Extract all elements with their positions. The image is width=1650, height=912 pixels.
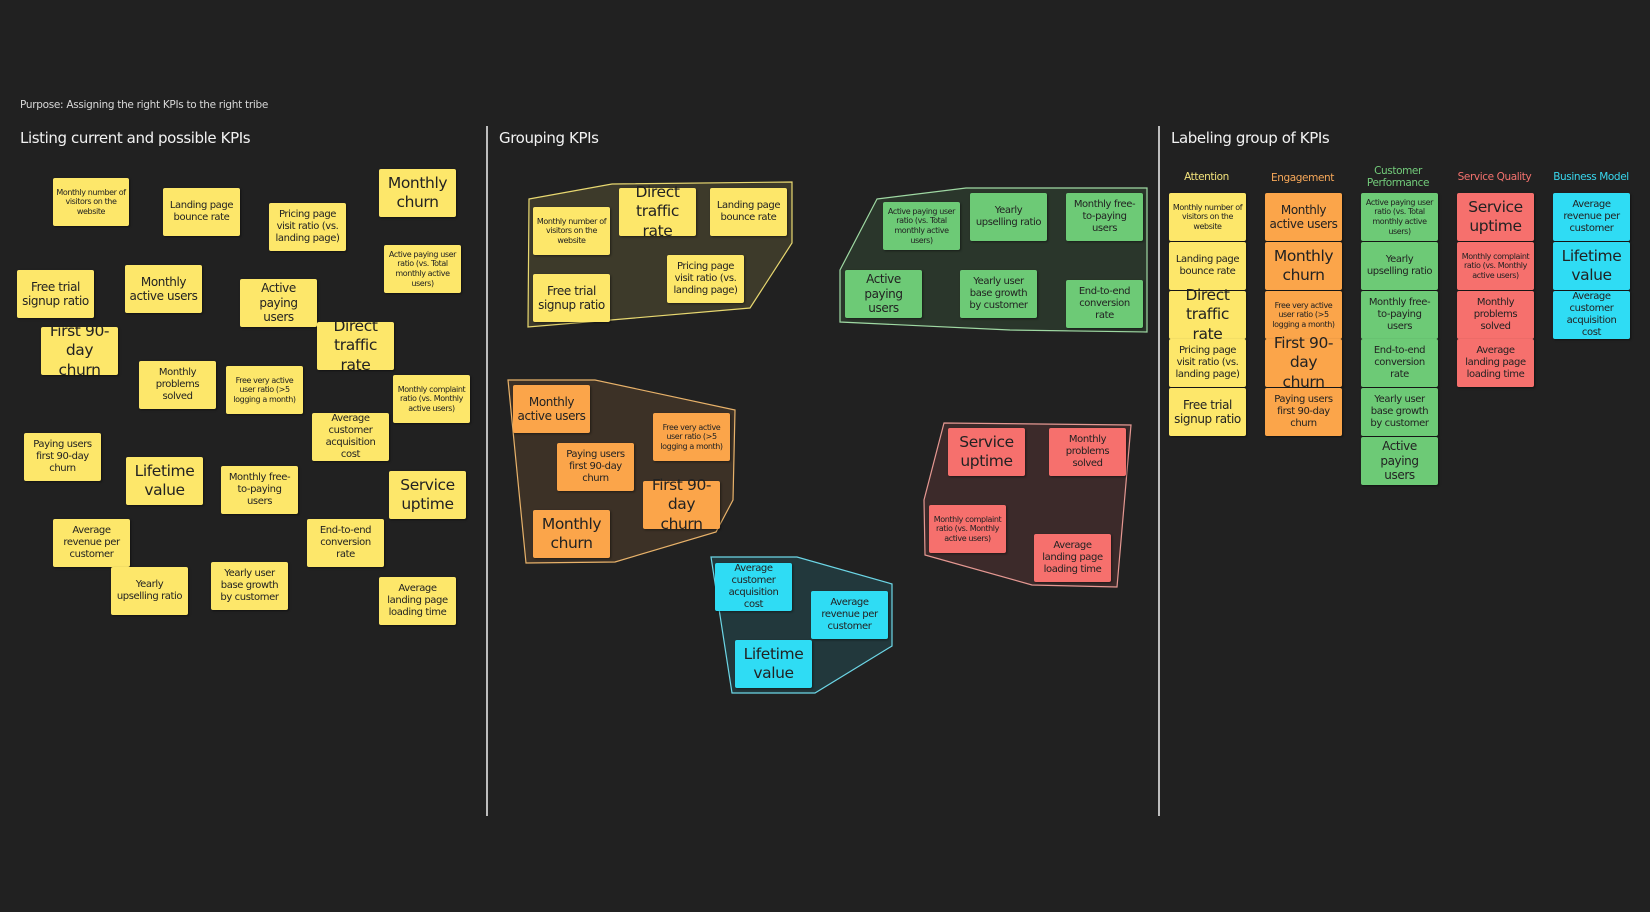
sticky-note[interactable]: Active paying users: [1361, 437, 1438, 485]
sticky-note[interactable]: Monthly number of visitors on the websit…: [53, 178, 129, 226]
sticky-note[interactable]: Monthly problems solved: [1049, 428, 1126, 476]
sticky-note[interactable]: Average customer acquisition cost: [1553, 291, 1630, 339]
sticky-note[interactable]: Monthly active users: [125, 265, 202, 313]
sticky-note[interactable]: Lifetime value: [1553, 242, 1630, 290]
sticky-note[interactable]: Pricing page visit ratio (vs. landing pa…: [667, 255, 744, 303]
sticky-note[interactable]: Average revenue per customer: [53, 519, 130, 567]
column-label-customer-performance: Customer Performance: [1366, 165, 1430, 190]
sticky-note[interactable]: Monthly problems solved: [1457, 291, 1534, 339]
sticky-note[interactable]: End-to-end conversion rate: [307, 519, 384, 567]
sticky-note[interactable]: Landing page bounce rate: [1169, 242, 1246, 290]
sticky-note[interactable]: Free trial signup ratio: [17, 270, 94, 318]
sticky-note[interactable]: End-to-end conversion rate: [1066, 280, 1143, 328]
sticky-note[interactable]: Active paying users: [240, 279, 317, 327]
sticky-note[interactable]: Monthly complaint ratio (vs. Monthly act…: [1457, 242, 1534, 290]
sticky-note[interactable]: Service uptime: [1457, 193, 1534, 241]
column-label-service-quality: Service Quality: [1457, 171, 1532, 183]
sticky-note[interactable]: Free trial signup ratio: [533, 274, 610, 322]
sticky-note[interactable]: Free very active user ratio (>5 logging …: [1265, 291, 1342, 339]
sticky-note[interactable]: Average revenue per customer: [811, 591, 888, 639]
sticky-note[interactable]: Average landing page loading time: [379, 577, 456, 625]
sticky-note[interactable]: Lifetime value: [126, 457, 203, 505]
sticky-note[interactable]: Active paying user ratio (vs. Total mont…: [1361, 193, 1438, 241]
sticky-note[interactable]: Landing page bounce rate: [163, 188, 240, 236]
sticky-note[interactable]: Monthly churn: [379, 169, 456, 217]
sticky-note[interactable]: Service uptime: [948, 428, 1025, 476]
sticky-note[interactable]: Direct traffic rate: [317, 317, 394, 374]
sticky-note[interactable]: Pricing page visit ratio (vs. landing pa…: [1169, 339, 1246, 387]
sticky-note[interactable]: Active paying user ratio (vs. Total mont…: [883, 202, 960, 250]
column-label-engagement: Engagement: [1271, 172, 1334, 184]
sticky-note[interactable]: Average customer acquisition cost: [715, 563, 792, 611]
sticky-note[interactable]: Direct traffic rate: [1169, 286, 1246, 343]
sticky-note[interactable]: Yearly user base growth by customer: [1361, 388, 1438, 436]
sticky-note[interactable]: Direct traffic rate: [619, 183, 696, 240]
sticky-note[interactable]: First 90-day churn: [643, 476, 720, 533]
sticky-note[interactable]: Paying users first 90-day churn: [557, 443, 634, 491]
sticky-note[interactable]: Monthly complaint ratio (vs. Monthly act…: [393, 375, 470, 423]
sticky-note[interactable]: Monthly active users: [1265, 193, 1342, 241]
sticky-note[interactable]: Active paying user ratio (vs. Total mont…: [384, 245, 461, 293]
sticky-note[interactable]: Active paying users: [845, 270, 922, 318]
sticky-note[interactable]: Average landing page loading time: [1034, 534, 1111, 582]
sticky-note[interactable]: End-to-end conversion rate: [1361, 339, 1438, 387]
sticky-note[interactable]: Monthly number of visitors on the websit…: [533, 207, 610, 255]
sticky-note[interactable]: Yearly user base growth by customer: [211, 562, 288, 610]
sticky-note[interactable]: Monthly free-to-paying users: [1361, 291, 1438, 339]
sticky-note[interactable]: Yearly upselling ratio: [1361, 242, 1438, 290]
sticky-note[interactable]: Monthly problems solved: [139, 361, 216, 409]
sticky-note[interactable]: First 90-day churn: [41, 322, 118, 379]
sticky-note[interactable]: Monthly free-to-paying users: [1066, 193, 1143, 241]
sticky-note[interactable]: Monthly active users: [513, 385, 590, 433]
sticky-note[interactable]: Yearly upselling ratio: [970, 193, 1047, 241]
sticky-note[interactable]: Monthly complaint ratio (vs. Monthly act…: [929, 505, 1006, 553]
sticky-note[interactable]: Monthly free-to-paying users: [221, 466, 298, 514]
sticky-note[interactable]: Yearly upselling ratio: [111, 567, 188, 615]
sticky-note[interactable]: Average revenue per customer: [1553, 193, 1630, 241]
column-label-attention: Attention: [1184, 171, 1229, 183]
sticky-note[interactable]: Free trial signup ratio: [1169, 388, 1246, 436]
sticky-note[interactable]: Pricing page visit ratio (vs. landing pa…: [269, 203, 346, 251]
sticky-note[interactable]: Lifetime value: [735, 640, 812, 688]
sticky-note[interactable]: Monthly number of visitors on the websit…: [1169, 193, 1246, 241]
column-label-business-model: Business Model: [1553, 171, 1629, 183]
sticky-note[interactable]: Monthly churn: [1265, 242, 1342, 290]
sticky-note[interactable]: Service uptime: [389, 471, 466, 519]
sticky-note[interactable]: Average customer acquisition cost: [312, 413, 389, 461]
sticky-note[interactable]: Free very active user ratio (>5 logging …: [653, 413, 730, 461]
sticky-note[interactable]: Paying users first 90-day churn: [1265, 388, 1342, 436]
sticky-note[interactable]: Monthly churn: [533, 510, 610, 558]
sticky-note[interactable]: Average landing page loading time: [1457, 339, 1534, 387]
sticky-note[interactable]: First 90-day churn: [1265, 334, 1342, 391]
sticky-note[interactable]: Paying users first 90-day churn: [24, 433, 101, 481]
sticky-note[interactable]: Landing page bounce rate: [710, 188, 787, 236]
sticky-note[interactable]: Yearly user base growth by customer: [960, 270, 1037, 318]
sticky-note[interactable]: Free very active user ratio (>5 logging …: [226, 366, 303, 414]
